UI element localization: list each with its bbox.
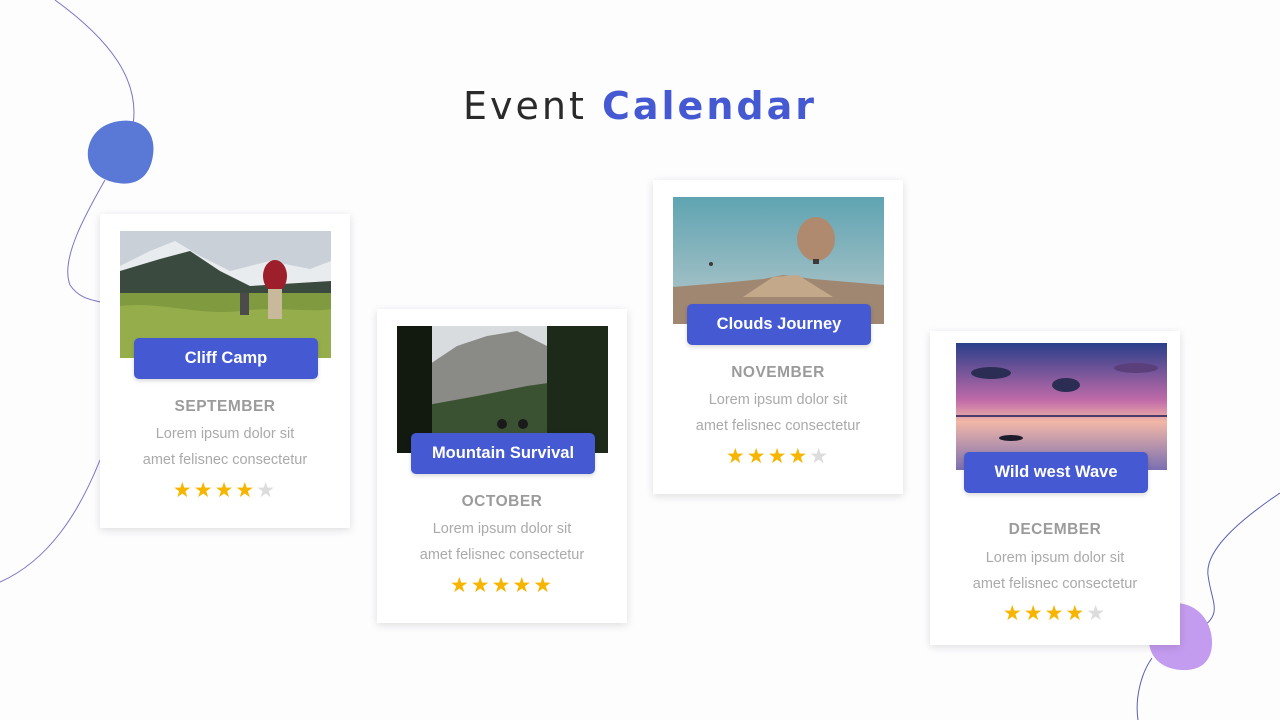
event-name-button[interactable]: Clouds Journey xyxy=(687,304,871,345)
event-card[interactable]: Mountain Survival OCTOBER Lorem ipsum do… xyxy=(377,309,627,623)
description-line-1: Lorem ipsum dolor sit xyxy=(155,426,295,442)
event-month: OCTOBER xyxy=(461,493,543,510)
description-line-2: amet felisnec consectetur xyxy=(972,576,1138,592)
event-description: Lorem ipsum dolor sit amet felisnec cons… xyxy=(377,516,627,568)
star-filled-icon: ★ xyxy=(172,478,194,502)
star-filled-icon: ★ xyxy=(1044,601,1066,625)
star-filled-icon: ★ xyxy=(1002,601,1024,625)
page-title: Event Calendar xyxy=(0,84,1280,128)
star-filled-icon: ★ xyxy=(533,573,555,597)
sunset-lake-photo xyxy=(956,343,1167,470)
star-rating: ★★★★★ xyxy=(653,444,903,468)
event-name-button[interactable]: Mountain Survival xyxy=(411,433,595,474)
event-month: SEPTEMBER xyxy=(174,398,276,415)
event-card[interactable]: Clouds Journey NOVEMBER Lorem ipsum dolo… xyxy=(653,180,903,494)
decorative-blob-blue xyxy=(87,120,154,184)
star-rating: ★★★★★ xyxy=(930,601,1180,625)
star-filled-icon: ★ xyxy=(470,573,492,597)
event-name-button[interactable]: Cliff Camp xyxy=(134,338,318,379)
star-filled-icon: ★ xyxy=(767,444,789,468)
description-line-1: Lorem ipsum dolor sit xyxy=(985,550,1125,566)
star-empty-icon: ★ xyxy=(809,444,831,468)
description-line-1: Lorem ipsum dolor sit xyxy=(708,392,848,408)
title-light: Event xyxy=(463,84,587,128)
description-line-1: Lorem ipsum dolor sit xyxy=(432,521,572,537)
star-filled-icon: ★ xyxy=(235,478,257,502)
event-description: Lorem ipsum dolor sit amet felisnec cons… xyxy=(930,545,1180,597)
event-name-button[interactable]: Wild west Wave xyxy=(964,452,1148,493)
star-filled-icon: ★ xyxy=(193,478,215,502)
event-description: Lorem ipsum dolor sit amet felisnec cons… xyxy=(100,421,350,473)
star-rating: ★★★★★ xyxy=(377,573,627,597)
star-filled-icon: ★ xyxy=(449,573,471,597)
star-filled-icon: ★ xyxy=(725,444,747,468)
event-month: DECEMBER xyxy=(1008,521,1102,538)
title-accent: Calendar xyxy=(602,84,817,128)
event-month: NOVEMBER xyxy=(731,364,825,381)
star-empty-icon: ★ xyxy=(1086,601,1108,625)
star-filled-icon: ★ xyxy=(491,573,513,597)
star-filled-icon: ★ xyxy=(512,573,534,597)
star-filled-icon: ★ xyxy=(788,444,810,468)
star-rating: ★★★★★ xyxy=(100,478,350,502)
description-line-2: amet felisnec consectetur xyxy=(695,418,861,434)
star-filled-icon: ★ xyxy=(1023,601,1045,625)
description-line-2: amet felisnec consectetur xyxy=(142,452,308,468)
star-filled-icon: ★ xyxy=(214,478,236,502)
description-line-2: amet felisnec consectetur xyxy=(419,547,585,563)
event-card[interactable]: Wild west Wave DECEMBER Lorem ipsum dolo… xyxy=(930,331,1180,645)
event-description: Lorem ipsum dolor sit amet felisnec cons… xyxy=(653,387,903,439)
star-filled-icon: ★ xyxy=(746,444,768,468)
star-filled-icon: ★ xyxy=(1065,601,1087,625)
star-empty-icon: ★ xyxy=(256,478,278,502)
event-card[interactable]: Cliff Camp SEPTEMBER Lorem ipsum dolor s… xyxy=(100,214,350,528)
